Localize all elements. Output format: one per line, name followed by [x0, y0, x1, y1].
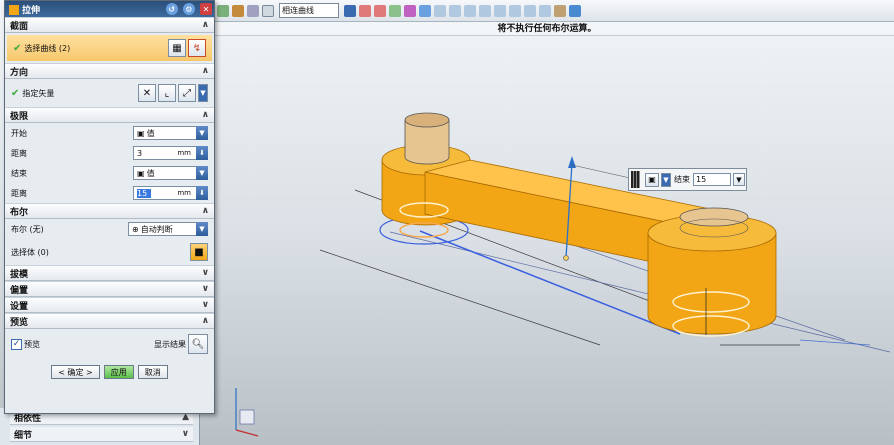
close-icon[interactable]: ✕ [200, 3, 212, 15]
direction-header[interactable]: 方向 ∧ [5, 63, 214, 79]
spin-arrow-icon[interactable]: ▼ [733, 173, 745, 186]
drag-handle[interactable] [631, 171, 640, 188]
extrude-icon [9, 5, 19, 15]
feature-icon[interactable] [404, 4, 416, 17]
chevron-down-icon[interactable]: ∨ [202, 284, 209, 294]
boolean-row: 布尔 (无) ⊕ 自动判断 ▼ [5, 219, 214, 239]
section-header[interactable]: 截面 ∧ [5, 17, 214, 33]
control-point-icon[interactable] [464, 4, 476, 17]
curve-point-icon[interactable] [539, 4, 551, 17]
select-curve-row[interactable]: ✔ 选择曲线 (2) ▦ ↯ [7, 35, 212, 61]
reverse-direction-icon[interactable]: ✕ [138, 84, 156, 102]
boolean-header[interactable]: 布尔 ∧ [5, 203, 214, 219]
chevron-up-icon[interactable]: ∧ [202, 316, 209, 326]
end-distance-onscreen-input[interactable]: ▣ ▼ 结束 15 ▼ [628, 168, 747, 191]
view-triad[interactable] [235, 388, 259, 437]
auto-vector-icon[interactable]: ⤢ [178, 84, 196, 102]
auto-infer-icon: ⊕ [132, 224, 139, 234]
limits-header[interactable]: 极限 ∧ [5, 107, 214, 123]
end-row: 结束 ▣ 值 ▼ [5, 163, 214, 183]
dialog-buttons: < 确定 > 应用 取消 [5, 365, 214, 379]
dropdown-arrow-icon[interactable] [344, 4, 356, 17]
dropdown-arrow-icon[interactable]: ▼ [198, 84, 208, 102]
curve-icon[interactable]: ↯ [188, 39, 206, 57]
show-result-icon[interactable]: 🔍︎ [188, 334, 208, 354]
cancel-button[interactable]: 取消 [137, 365, 168, 379]
dialog-titlebar[interactable]: 拉伸 ↺ ⚙ ✕ [5, 1, 214, 17]
visibility-icon[interactable] [569, 4, 581, 17]
offset-header[interactable]: 偏置 ∨ [5, 281, 214, 297]
ok-button[interactable]: < 确定 > [51, 365, 100, 379]
chevron-down-icon[interactable]: ∨ [202, 300, 209, 310]
start-distance-field[interactable]: 3 mm ⬇ [133, 146, 208, 160]
tag-label: 结束 [674, 175, 690, 184]
spin-arrow-icon[interactable]: ⬇ [196, 146, 208, 160]
tag-value-field[interactable]: 15 [693, 173, 731, 186]
arc-center-icon[interactable] [494, 4, 506, 17]
right-boss [647, 207, 777, 337]
check-icon: ✔ [11, 87, 20, 99]
filter-icon[interactable] [232, 4, 244, 17]
sketch-icon[interactable]: ▦ [168, 39, 186, 57]
midpoint-icon[interactable] [449, 4, 461, 17]
chevron-up-icon[interactable]: ∧ [202, 206, 209, 216]
dropdown-arrow-icon[interactable]: ▼ [196, 166, 208, 180]
spin-arrow-icon[interactable]: ⬇ [196, 186, 208, 200]
chevron-up-icon[interactable]: ∧ [202, 20, 209, 30]
start-distance-row: 距离 3 mm ⬇ [5, 143, 214, 163]
stop-at-icon[interactable] [419, 4, 431, 17]
check-icon: ✔ [13, 42, 22, 54]
rect-select-icon[interactable] [262, 4, 274, 17]
quadrant-icon[interactable] [509, 4, 521, 17]
end-distance-field[interactable]: 15 mm ⬇ [133, 186, 208, 200]
select-body-row[interactable]: 选择体 (0) ■ [5, 239, 214, 265]
draft-header[interactable]: 拔模 ∨ [5, 265, 214, 281]
boolean-dropdown[interactable]: ⊕ 自动判断 ▼ [128, 222, 208, 236]
dropdown-arrow-icon[interactable]: ▼ [661, 172, 671, 187]
settings-icon[interactable]: ⚙ [182, 3, 195, 15]
specify-vector-row[interactable]: ✔ 指定矢量 ✕ ⌞ ⤢ ▼ [5, 79, 214, 107]
preview-row: ✓ 预览 显示结果 🔍︎ [5, 329, 214, 359]
chevron-up-icon[interactable]: ∧ [202, 110, 209, 120]
selection-toolbar: 相连曲线 [200, 0, 894, 22]
value-cube-icon: ▣ [137, 168, 145, 178]
end-type-dropdown[interactable]: ▣ 值 ▼ [133, 166, 208, 180]
dropdown-arrow-icon[interactable]: ▼ [196, 126, 208, 140]
intersect-icon[interactable] [374, 4, 386, 17]
status-line: 将不执行任何布尔运算。 [200, 22, 894, 36]
vector-dialog-icon[interactable]: ⌞ [158, 84, 176, 102]
tangent-icon[interactable] [359, 4, 371, 17]
curve-rule-dropdown[interactable]: 相连曲线 [279, 3, 339, 18]
start-row: 开始 ▣ 值 ▼ [5, 123, 214, 143]
dialog-title: 拉伸 [22, 5, 41, 16]
solid-body-icon[interactable]: ■ [190, 243, 208, 261]
tree-row-details[interactable]: 细节 ∨ [10, 427, 193, 442]
end-distance-row: 距离 15 mm ⬇ [5, 183, 214, 203]
endpoint-icon[interactable] [434, 4, 446, 17]
intersection-point-icon[interactable] [479, 4, 491, 17]
value-cube-icon: ▣ [137, 128, 145, 138]
pole-icon[interactable] [554, 4, 566, 17]
reset-icon[interactable]: ↺ [165, 3, 178, 15]
settings-header[interactable]: 设置 ∨ [5, 297, 214, 313]
preview-header[interactable]: 预览 ∧ [5, 313, 214, 329]
dropdown-arrow-icon[interactable]: ▼ [196, 222, 208, 236]
group-icon[interactable] [389, 4, 401, 17]
point-icon[interactable] [247, 4, 259, 17]
apply-button[interactable]: 应用 [103, 365, 134, 379]
existing-point-icon[interactable] [524, 4, 536, 17]
app-window: 相连曲线 将不执行任何布尔运算。 ▣ ▼ 结束 15 ▼ 相依性 ▲ 细节 ∨ 拉伸 [0, 0, 894, 445]
chevron-up-icon[interactable]: ∧ [202, 66, 209, 76]
start-type-dropdown[interactable]: ▣ 值 ▼ [133, 126, 208, 140]
chevron-down-icon[interactable]: ∨ [202, 268, 209, 278]
value-cube-icon[interactable]: ▣ [645, 172, 659, 187]
extrude-dialog: 拉伸 ↺ ⚙ ✕ 截面 ∧ ✔ 选择曲线 (2) ▦ ↯ 方向 ∧ ✔ 指定矢量 ✕… [4, 0, 215, 414]
select-icon[interactable] [217, 4, 229, 17]
preview-checkbox[interactable]: ✓ [11, 338, 22, 350]
chevron-down-icon[interactable]: ∨ [182, 429, 189, 439]
